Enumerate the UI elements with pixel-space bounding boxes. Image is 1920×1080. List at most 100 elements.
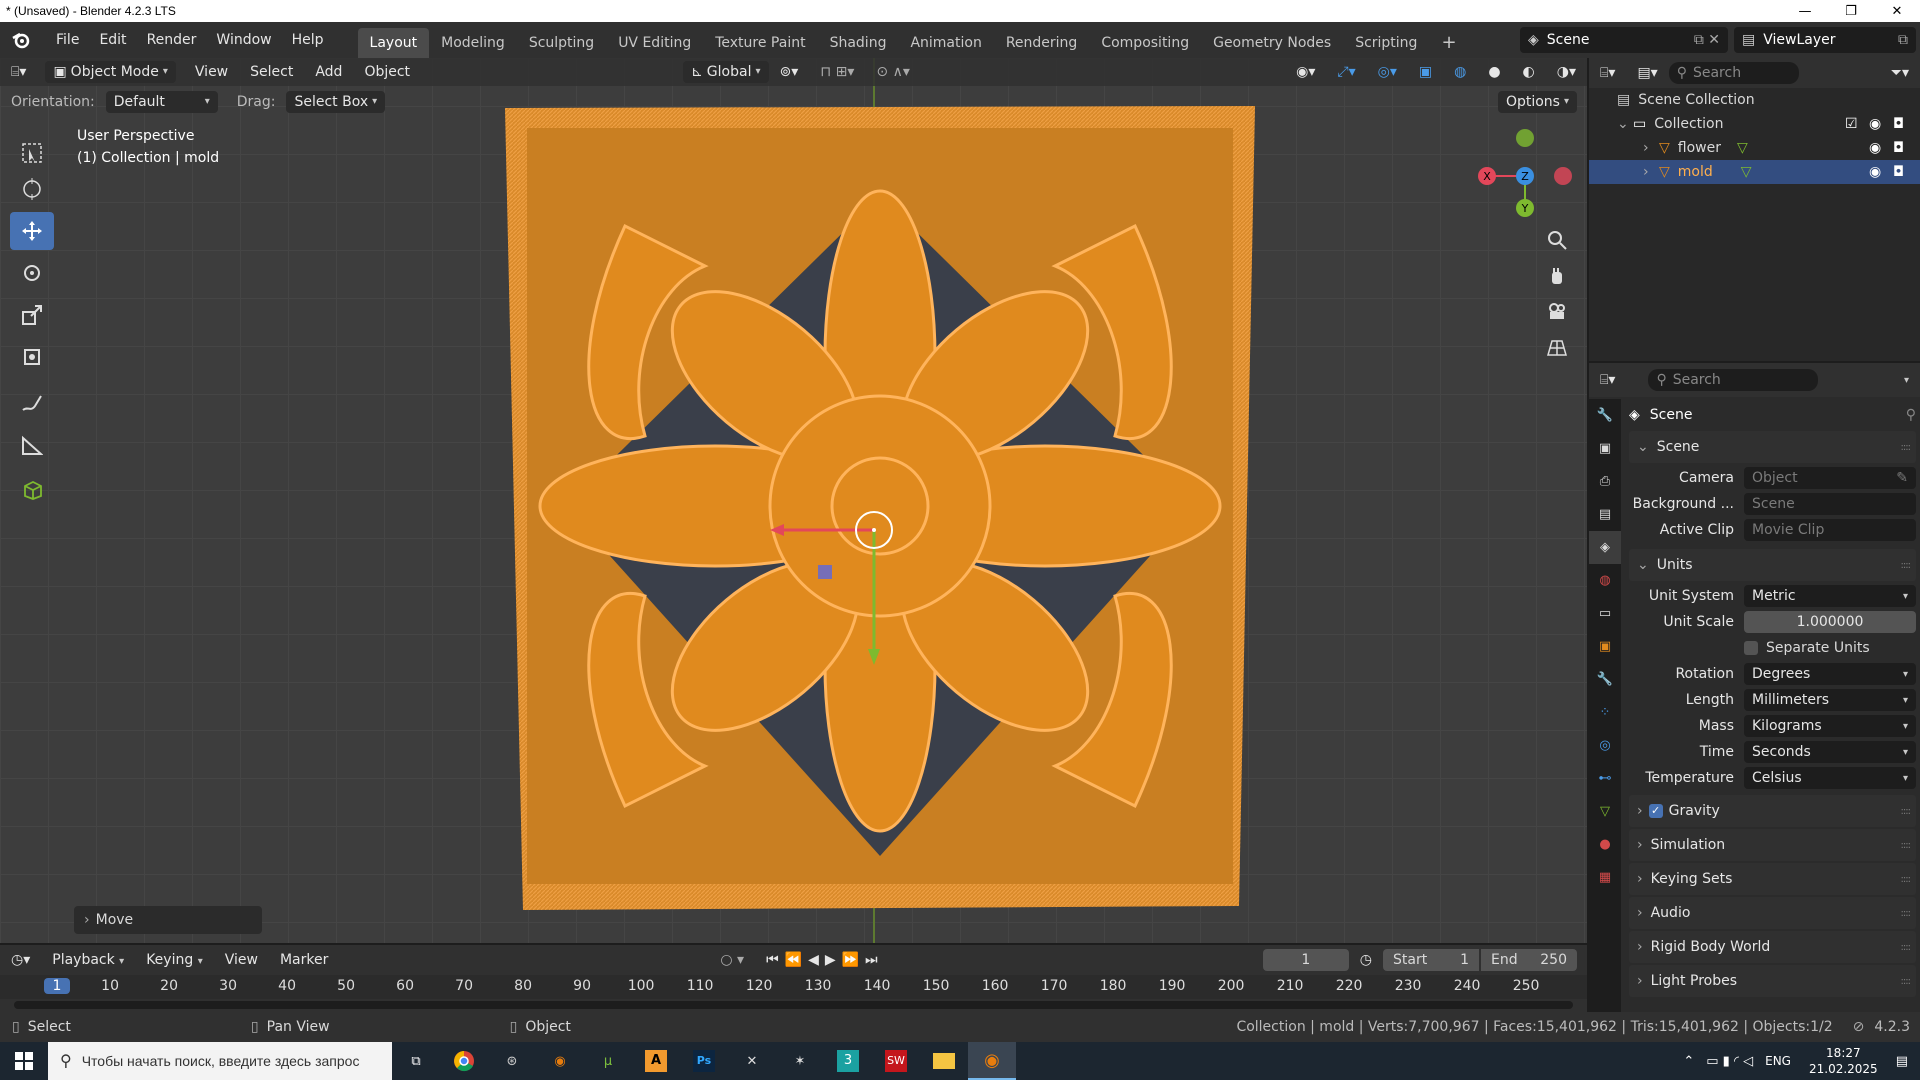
separate-units-checkbox[interactable] bbox=[1744, 641, 1758, 655]
outliner-row-scene-collection[interactable]: ▤ Scene Collection bbox=[1589, 88, 1920, 112]
menu-edit[interactable]: Edit bbox=[89, 32, 136, 48]
app-star-icon[interactable]: ✶ bbox=[776, 1042, 824, 1080]
units-panel-header[interactable]: ⌄ Units :::: bbox=[1629, 549, 1916, 581]
move-tool[interactable] bbox=[10, 212, 54, 250]
audio-panel-header[interactable]: › Audio :::: bbox=[1629, 897, 1916, 929]
active-clip-field[interactable]: Movie Clip bbox=[1744, 519, 1916, 541]
mass-dropdown[interactable]: Kilograms ▾ bbox=[1744, 715, 1916, 737]
properties-search-input[interactable]: ⚲ Search bbox=[1648, 369, 1819, 391]
blender-active-icon[interactable]: ◉ bbox=[968, 1042, 1016, 1080]
outliner-search-input[interactable]: ⚲ Search bbox=[1668, 62, 1799, 84]
menu-marker[interactable]: Marker bbox=[269, 952, 339, 968]
mode-dropdown[interactable]: ▣ Object Mode ▾ bbox=[45, 61, 176, 83]
drag-grip-icon[interactable]: :::: bbox=[1901, 874, 1912, 885]
clock[interactable]: 18:27 21.02.2025 bbox=[1809, 1045, 1878, 1077]
render-tab-icon[interactable]: ▣ bbox=[1589, 432, 1621, 465]
tab-uv-editing[interactable]: UV Editing bbox=[606, 28, 703, 58]
last-operator-panel[interactable]: › Move bbox=[74, 906, 262, 934]
close-button[interactable]: ✕ bbox=[1874, 4, 1920, 19]
eye-icon[interactable]: ◉ bbox=[1869, 140, 1881, 156]
output-tab-icon[interactable]: ⎙ bbox=[1589, 465, 1621, 498]
camera-view-icon[interactable] bbox=[1543, 298, 1571, 326]
xray-icon[interactable]: ▣ bbox=[1408, 64, 1443, 80]
gravity-checkbox[interactable]: ✓ bbox=[1648, 804, 1663, 818]
physics-tab-icon[interactable]: ◎ bbox=[1589, 729, 1621, 762]
task-view-icon[interactable]: ⧉ bbox=[392, 1042, 440, 1080]
menu-window[interactable]: Window bbox=[206, 32, 281, 48]
3d-viewport[interactable]: X Z Y User Perspective (1) Collection | … bbox=[0, 58, 1587, 943]
filter-icon[interactable]: ⏷▾ bbox=[1880, 65, 1920, 81]
constraints-tab-icon[interactable]: ⊷ bbox=[1589, 762, 1621, 795]
menu-help[interactable]: Help bbox=[282, 32, 334, 48]
unit-scale-field[interactable]: 1.000000 bbox=[1744, 611, 1916, 633]
drag-grip-icon[interactable]: :::: bbox=[1901, 942, 1912, 953]
drag-grip-icon[interactable]: :::: bbox=[1901, 442, 1912, 453]
menu-add[interactable]: Add bbox=[304, 64, 353, 80]
language-indicator[interactable]: ENG bbox=[1765, 1054, 1791, 1068]
app-a-icon[interactable]: A bbox=[632, 1042, 680, 1080]
render-camera-icon[interactable]: ◘ bbox=[1893, 164, 1904, 180]
tab-layout[interactable]: Layout bbox=[357, 28, 430, 58]
scene-selector[interactable]: ◈ Scene ⧉ ✕ bbox=[1520, 27, 1728, 53]
menu-render[interactable]: Render bbox=[137, 32, 207, 48]
drag-grip-icon[interactable]: :::: bbox=[1901, 560, 1912, 571]
material-tab-icon[interactable]: ● bbox=[1589, 828, 1621, 861]
outliner-row-collection[interactable]: ⌄ ▭ Collection ☑ ◉ ◘ bbox=[1589, 112, 1920, 136]
start-frame-field[interactable]: Start 1 bbox=[1383, 949, 1479, 971]
scene-tab-icon[interactable]: ◈ bbox=[1589, 531, 1621, 564]
drag-grip-icon[interactable]: :::: bbox=[1901, 806, 1912, 817]
timeline-scrollbar[interactable] bbox=[14, 1001, 1573, 1009]
proportional-edit-icon[interactable]: ⊙ ∧▾ bbox=[865, 64, 920, 80]
maximize-button[interactable]: ❐ bbox=[1828, 4, 1874, 19]
view-layer-tab-icon[interactable]: ▤ bbox=[1589, 498, 1621, 531]
simulation-panel-header[interactable]: › Simulation :::: bbox=[1629, 829, 1916, 861]
taskbar-search-input[interactable]: ⚲ Чтобы начать поиск, введите здесь запр… bbox=[48, 1042, 392, 1080]
measure-tool[interactable] bbox=[10, 426, 54, 464]
blender-logo-icon[interactable] bbox=[10, 29, 32, 51]
navigation-gizmo[interactable]: X Z Y bbox=[1470, 126, 1580, 226]
perspective-grid-icon[interactable] bbox=[1543, 334, 1571, 362]
tab-modeling[interactable]: Modeling bbox=[429, 28, 517, 58]
blender-taskbar-icon[interactable]: ◉ bbox=[536, 1042, 584, 1080]
gravity-panel-header[interactable]: › ✓ Gravity :::: bbox=[1629, 795, 1916, 827]
unit-system-dropdown[interactable]: Metric ▾ bbox=[1744, 585, 1916, 607]
shading-wireframe-icon[interactable]: ◍ bbox=[1443, 64, 1477, 80]
render-camera-icon[interactable]: ◘ bbox=[1893, 116, 1904, 132]
tray-icons[interactable]: ▭ ▮ ◜ ◁ bbox=[1706, 1054, 1753, 1069]
tab-texture-paint[interactable]: Texture Paint bbox=[703, 28, 817, 58]
eye-icon[interactable]: ◉ bbox=[1869, 116, 1881, 132]
end-frame-field[interactable]: End 250 bbox=[1481, 949, 1577, 971]
frame-ruler[interactable]: 1 10 20 30 40 50 60 70 80 90 100 110 120 130 140 150 160… bbox=[0, 975, 1587, 999]
app-icon[interactable]: ⊛ bbox=[488, 1042, 536, 1080]
rotate-tool[interactable] bbox=[10, 254, 54, 292]
options-dropdown[interactable]: Options ▾ bbox=[1497, 91, 1577, 113]
cursor-tool[interactable] bbox=[10, 170, 54, 208]
drag-dropdown[interactable]: Select Box ▾ bbox=[286, 91, 386, 113]
rotation-dropdown[interactable]: Degrees ▾ bbox=[1744, 663, 1916, 685]
data-tab-icon[interactable]: ▽ bbox=[1589, 795, 1621, 828]
particles-tab-icon[interactable]: ⁘ bbox=[1589, 696, 1621, 729]
background-field[interactable]: Scene bbox=[1744, 493, 1916, 515]
modifier-tab-icon[interactable]: 🔧 bbox=[1589, 663, 1621, 696]
display-mode-icon[interactable]: ▤▾ bbox=[1626, 65, 1668, 81]
shading-rendered-icon[interactable]: ◑▾ bbox=[1546, 64, 1587, 80]
preview-range-icon[interactable]: ◷ bbox=[1349, 952, 1383, 968]
utorrent-icon[interactable]: µ bbox=[584, 1042, 632, 1080]
playback-controls[interactable]: ⏮⏪◀▶⏩⏭ bbox=[755, 952, 895, 968]
file-explorer-icon[interactable] bbox=[920, 1042, 968, 1080]
tab-geometry-nodes[interactable]: Geometry Nodes bbox=[1201, 28, 1343, 58]
pin-icon[interactable]: ⚲ bbox=[1906, 407, 1916, 423]
rigid-body-world-panel-header[interactable]: › Rigid Body World :::: bbox=[1629, 931, 1916, 963]
object-tab-icon[interactable]: ▣ bbox=[1589, 630, 1621, 663]
overlays-icon[interactable]: ◎▾ bbox=[1367, 64, 1408, 80]
zoom-icon[interactable] bbox=[1543, 226, 1571, 254]
orientation-setting-dropdown[interactable]: Default ▾ bbox=[105, 91, 218, 113]
menu-view[interactable]: View bbox=[184, 64, 239, 80]
tab-compositing[interactable]: Compositing bbox=[1089, 28, 1201, 58]
outliner-row-mold[interactable]: › ▽ mold ▽ ◉ ◘ bbox=[1589, 160, 1920, 184]
scene-panel-header[interactable]: ⌄ Scene :::: bbox=[1629, 431, 1916, 463]
transform-orientation-dropdown[interactable]: ⊾ Global ▾ bbox=[683, 61, 769, 83]
tool-tab-icon[interactable]: 🔧 bbox=[1589, 399, 1621, 432]
duplicate-view-layer-icon[interactable]: ⧉ bbox=[1898, 32, 1908, 48]
shading-material-icon[interactable]: ◐ bbox=[1512, 64, 1546, 80]
